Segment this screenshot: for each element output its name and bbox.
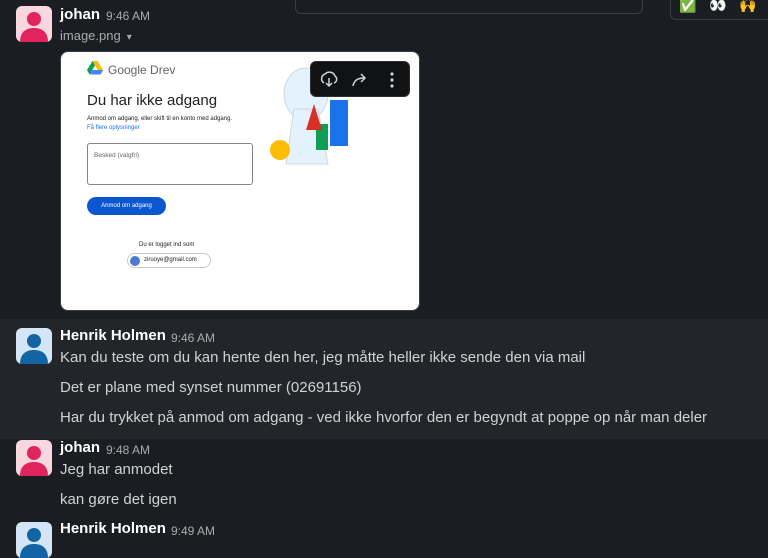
message-text: Jeg har anmodet — [60, 461, 173, 478]
reaction-bar[interactable]: ✅ 👀 🙌 — [670, 0, 768, 20]
preview-account-chip: ziruoye@gmail.com — [127, 253, 211, 268]
user-avatar-icon — [16, 440, 52, 476]
reaction-eyes[interactable]: 👀 — [709, 0, 726, 14]
message-timestamp[interactable]: 9:46 AM — [171, 331, 215, 345]
author-name[interactable]: johan — [60, 439, 100, 456]
avatar-johan[interactable] — [16, 440, 52, 476]
preview-message-placeholder: Besked (valgfri) — [94, 152, 140, 159]
avatar-henrik[interactable] — [16, 522, 52, 558]
chevron-down-icon[interactable]: ▾ — [127, 32, 132, 43]
google-drive-logo — [87, 61, 103, 75]
preview-title: Du har ikke adgang — [87, 92, 218, 109]
share-icon[interactable] — [349, 69, 371, 91]
user-avatar-icon — [16, 328, 52, 364]
reaction-check[interactable]: ✅ — [679, 0, 696, 14]
more-vertical-icon[interactable] — [381, 69, 403, 91]
reaction-raised-hands[interactable]: 🙌 — [739, 0, 756, 14]
author-name[interactable]: johan — [60, 6, 100, 23]
account-avatar-icon — [130, 256, 140, 266]
user-avatar-icon — [16, 522, 52, 558]
download-icon[interactable] — [318, 69, 340, 91]
message-timestamp[interactable]: 9:49 AM — [171, 524, 215, 538]
preview-learn-more-link: Få flere oplysninger — [87, 125, 140, 131]
message-text: Kan du teste om du kan hente den her, je… — [60, 349, 586, 366]
author-name[interactable]: Henrik Holmen — [60, 520, 166, 537]
preview-message-field: Besked (valgfri) — [87, 143, 253, 185]
message-text: kan gøre det igen — [60, 491, 177, 508]
author-name[interactable]: Henrik Holmen — [60, 327, 166, 344]
preview-account-email: ziruoye@gmail.com — [144, 257, 197, 263]
message-text: Har du trykket på anmod om adgang - ved … — [60, 409, 708, 426]
preview-subtitle: Anmod om adgang, eller skift til en kont… — [87, 116, 233, 122]
filename-text: image.png — [60, 28, 121, 43]
message-timestamp[interactable]: 9:46 AM — [106, 9, 150, 23]
message-composer-partial — [295, 0, 643, 14]
image-toolbar — [310, 61, 410, 97]
message-timestamp[interactable]: 9:48 AM — [106, 443, 150, 457]
avatar-johan[interactable] — [16, 6, 52, 42]
preview-request-access-button: Anmod om adgang — [87, 197, 166, 215]
google-drive-brand: Google Drev — [108, 63, 176, 77]
user-avatar-icon — [16, 6, 52, 42]
attachment-filename[interactable]: image.png ▾ — [60, 28, 132, 43]
avatar-henrik[interactable] — [16, 328, 52, 364]
preview-logged-in-label: Du er logget ind som — [139, 242, 195, 248]
message-text: Det er plane med synset nummer (02691156… — [60, 379, 362, 396]
